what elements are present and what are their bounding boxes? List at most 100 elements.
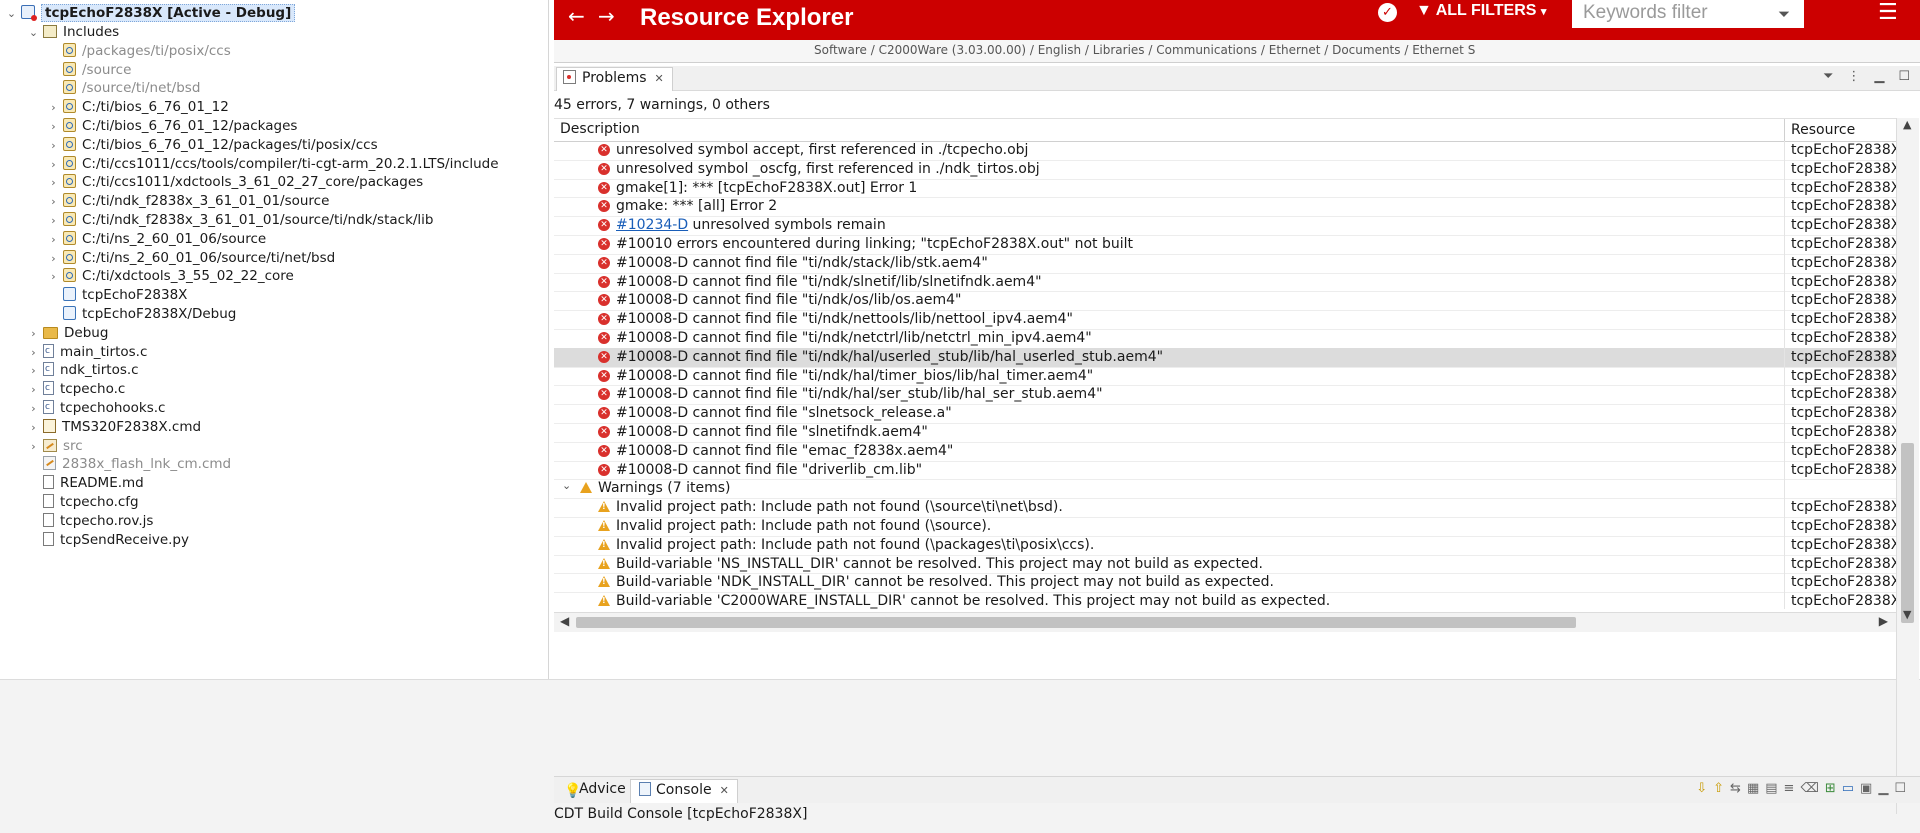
tree-item[interactable]: › src (28, 437, 82, 456)
tree-item[interactable]: ⌄ Includes (28, 23, 119, 42)
tree-item[interactable]: tcpEchoF2838X (48, 286, 187, 305)
tree-item[interactable]: › tcpechohooks.c (28, 398, 165, 418)
link-icon[interactable]: ⇆ (1730, 781, 1747, 796)
tree-item[interactable]: README.md (28, 474, 144, 493)
chevron-down-icon[interactable]: ⌄ (562, 479, 571, 492)
chevron-right-icon[interactable]: › (28, 418, 39, 437)
tree-item[interactable]: › main_tirtos.c (28, 342, 147, 362)
tree-item[interactable]: tcpecho.cfg (28, 493, 139, 512)
column-header-resource[interactable]: Resource (1784, 119, 1903, 141)
chevron-right-icon[interactable]: › (48, 117, 59, 136)
tree-item-project[interactable]: ⌄ tcpEchoF2838X [Active - Debug] (6, 4, 296, 23)
copy-icon[interactable]: ▦ (1747, 781, 1765, 796)
tree-item[interactable]: › ndk_tirtos.c (28, 360, 138, 380)
tree-item[interactable]: › C:/ti/xdctools_3_55_02_22_core (48, 267, 294, 286)
table-row[interactable]: ✕ #10008-D cannot find file "driverlib_cm… (554, 460, 1896, 481)
chevron-right-icon[interactable]: › (48, 192, 59, 211)
tree-item[interactable]: /source/ti/net/bsd (48, 79, 200, 98)
back-arrow-icon[interactable]: ← (568, 4, 585, 28)
tree-item[interactable]: tcpEchoF2838X/Debug (48, 305, 236, 324)
tree-item[interactable]: › C:/ti/bios_6_76_01_12 (48, 98, 229, 117)
tab-console[interactable]: Console ✕ (630, 779, 738, 803)
table-row[interactable]: ✕ gmake: *** [all] Error 2 tcpEchoF2838X (554, 197, 1896, 218)
forward-arrow-icon[interactable]: → (598, 4, 615, 28)
table-row[interactable]: ✕ #10008-D cannot find file "emac_f2838x.… (554, 441, 1896, 462)
maximize-icon[interactable]: ☐ (1898, 69, 1910, 84)
tree-item[interactable]: 2838x_flash_lnk_cm.cmd (28, 455, 231, 474)
chevron-right-icon[interactable]: › (48, 249, 59, 268)
chevron-right-icon[interactable]: › (28, 399, 39, 418)
table-row[interactable]: Build-variable 'C2000WARE_INSTALL_DIR' c… (554, 592, 1896, 609)
table-row[interactable]: ✕ #10008-D cannot find file "ti/ndk/netct… (554, 329, 1896, 349)
table-row[interactable]: ✕ #10008-D cannot find file "ti/ndk/netto… (554, 310, 1896, 330)
chevron-right-icon[interactable]: › (28, 361, 39, 380)
table-row[interactable]: ✕ gmake[1]: *** [tcpEchoF2838X.out] Error… (554, 178, 1896, 199)
scroll-thumb[interactable] (1901, 443, 1914, 623)
tree-item[interactable]: › C:/ti/ccs1011/xdctools_3_61_02_27_core/… (48, 173, 423, 192)
chevron-right-icon[interactable]: › (28, 343, 39, 362)
table-row[interactable]: ✕ #10008-D cannot find file "ti/ndk/hal/u… (554, 347, 1896, 368)
tree-item[interactable]: › C:/ti/ndk_f2838x_3_61_01_01/source (48, 192, 329, 211)
tree-item[interactable]: tcpecho.rov.js (28, 512, 153, 531)
filter-funnel-icon[interactable]: ⏷ (1778, 5, 1790, 23)
checkmark-icon[interactable]: ✓ (1378, 3, 1397, 22)
table-row[interactable]: ✕ #10008-D cannot find file "slnetsock_re… (554, 404, 1896, 424)
chevron-right-icon[interactable]: › (48, 267, 59, 286)
tree-item[interactable]: › C:/ti/bios_6_76_01_12/packages (48, 117, 297, 136)
chevron-right-icon[interactable]: › (28, 437, 39, 456)
chevron-down-icon[interactable]: ⌄ (28, 23, 39, 42)
tree-item[interactable]: › TMS320F2838X.cmd (28, 418, 201, 437)
table-row[interactable]: ✕ #10008-D cannot find file "ti/ndk/slnet… (554, 272, 1896, 293)
tree-item[interactable]: › tcpecho.c (28, 379, 125, 399)
chevron-right-icon[interactable]: › (48, 136, 59, 155)
tree-item[interactable]: › C:/ti/ns_2_60_01_06/source (48, 230, 266, 249)
minimize-icon[interactable]: ▁ (1878, 781, 1894, 796)
tab-problems[interactable]: Problems ✕ (556, 67, 673, 91)
column-header-description[interactable]: Description (560, 121, 640, 137)
table-row[interactable]: ✕ #10008-D cannot find file "ti/ndk/os/li… (554, 291, 1896, 312)
table-row[interactable]: Invalid project path: Include path not f… (554, 517, 1896, 537)
scroll-left-icon[interactable]: ◀ (560, 614, 569, 628)
h-scroll-thumb[interactable] (576, 617, 1576, 628)
problem-link[interactable]: #10234-D (616, 217, 688, 233)
table-row[interactable]: ✕ #10010 errors encountered during linkin… (554, 235, 1896, 255)
scroll-up-arrow-icon[interactable]: ⇧ (1713, 781, 1730, 796)
chevron-down-icon[interactable]: ⌄ (6, 4, 17, 23)
tree-item[interactable]: /source (48, 61, 131, 80)
maximize-icon[interactable]: ☐ (1894, 781, 1912, 796)
warnings-group-row[interactable]: ⌄ Warnings (7 items) (554, 479, 1896, 500)
table-row[interactable]: ✕ unresolved symbol _oscfg, first referen… (554, 159, 1896, 180)
table-row[interactable]: Build-variable 'NDK_INSTALL_DIR' cannot … (554, 573, 1896, 594)
resource-explorer-breadcrumb[interactable]: Software / C2000Ware (3.03.00.00) / Engl… (554, 40, 1920, 63)
tree-item[interactable]: › C:/ti/ns_2_60_01_06/source/ti/net/bsd (48, 249, 335, 268)
table-row[interactable]: ✕ #10008-D cannot find file "slnetifndk.a… (554, 423, 1896, 443)
horizontal-scrollbar[interactable]: ◀ ▶ (554, 612, 1896, 632)
open-console-icon[interactable]: ▣ (1860, 781, 1878, 796)
tree-item[interactable]: tcpSendReceive.py (28, 531, 189, 550)
table-row[interactable]: ✕ #10008-D cannot find file "ti/ndk/hal/s… (554, 385, 1896, 406)
tree-item[interactable]: › C:/ti/ndk_f2838x_3_61_01_01/source/ti/n… (48, 211, 434, 230)
chevron-right-icon[interactable]: › (48, 173, 59, 192)
table-row[interactable]: ✕ #10008-D cannot find file "ti/ndk/hal/t… (554, 366, 1896, 387)
scroll-down-arrow-icon[interactable]: ⇩ (1696, 781, 1713, 796)
pin-icon[interactable]: ⊞ (1825, 781, 1842, 796)
paste-icon[interactable]: ▤ (1765, 781, 1783, 796)
view-menu-icon[interactable]: ⋮ (1847, 69, 1860, 84)
vertical-scrollbar[interactable]: ▲ ▼ (1896, 118, 1919, 814)
scroll-right-icon[interactable]: ▶ (1879, 614, 1888, 628)
tab-advice[interactable]: 💡Advice (556, 779, 634, 802)
minimize-icon[interactable]: ▁ (1874, 69, 1884, 84)
close-icon[interactable]: ✕ (655, 72, 664, 85)
table-row[interactable]: ✕ #10234-D unresolved symbols remain tcpEc… (554, 216, 1896, 236)
chevron-right-icon[interactable]: › (48, 211, 59, 230)
all-filters-button[interactable]: ▼ ALL FILTERS ▾ (1416, 2, 1546, 20)
chevron-right-icon[interactable]: › (48, 155, 59, 174)
tree-item[interactable]: /packages/ti/posix/ccs (48, 42, 231, 61)
table-row[interactable]: ✕ unresolved symbol accept, first referen… (554, 141, 1896, 161)
tree-item[interactable]: › C:/ti/bios_6_76_01_12/packages/ti/posix… (48, 136, 378, 155)
keywords-filter-input[interactable]: Keywords filter (1572, 0, 1804, 28)
clear-console-icon[interactable]: ⌫ (1800, 781, 1824, 796)
chevron-right-icon[interactable]: › (48, 230, 59, 249)
table-row[interactable]: Invalid project path: Include path not f… (554, 535, 1896, 556)
tree-item[interactable]: › C:/ti/ccs1011/ccs/tools/compiler/ti-cgt… (48, 155, 499, 174)
